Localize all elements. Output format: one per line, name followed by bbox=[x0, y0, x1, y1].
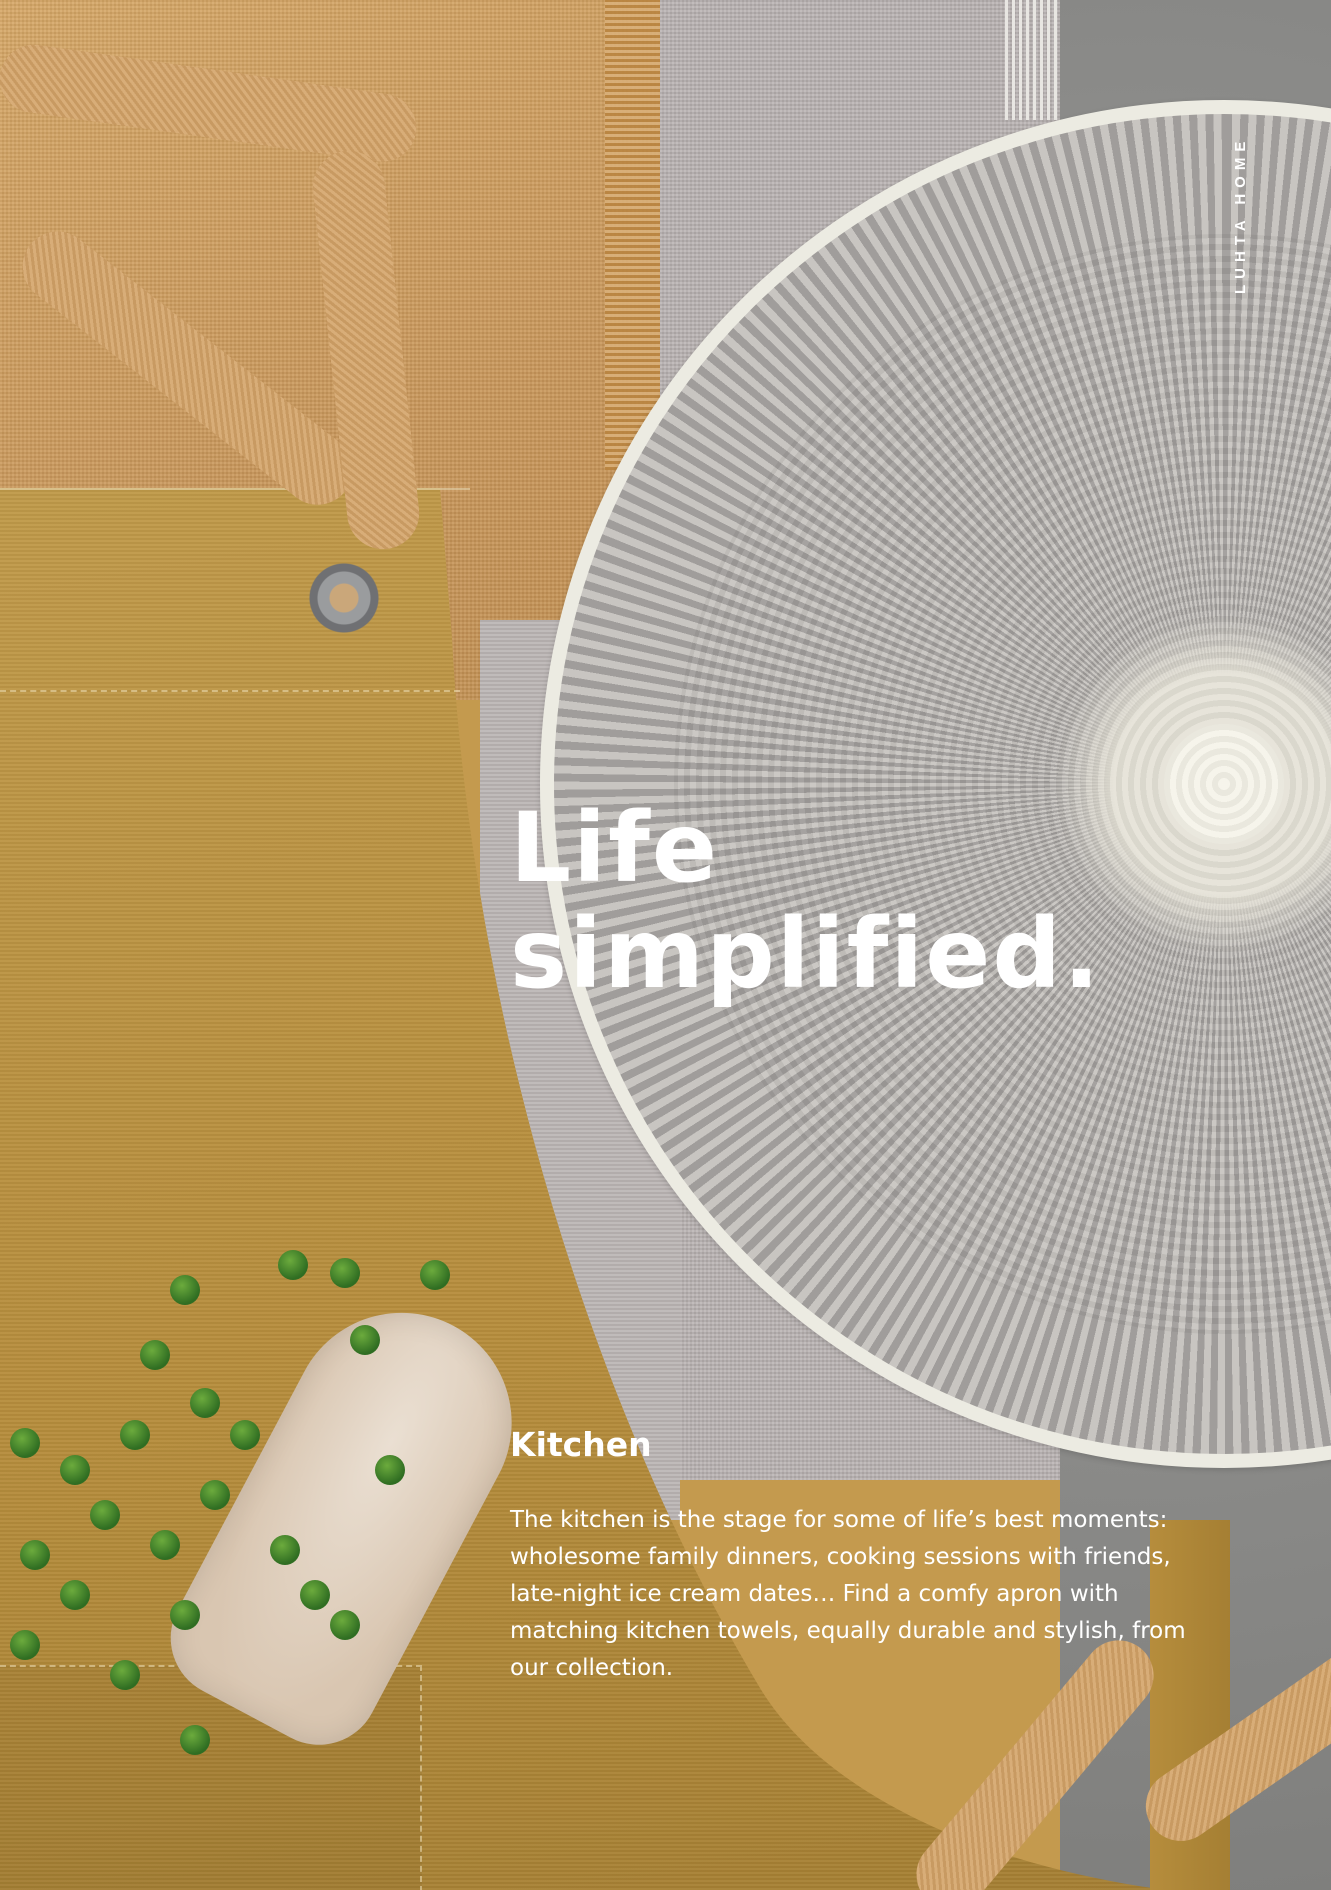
headline-line-1: Life bbox=[510, 792, 719, 904]
apron-stitching bbox=[0, 690, 460, 692]
headline-line-2: simplified. bbox=[510, 898, 1102, 1010]
section-heading: Kitchen bbox=[510, 1425, 652, 1464]
brand-label: LUHTA HOME bbox=[1232, 135, 1249, 295]
catalog-page: LUHTA HOME Life simplified. Kitchen The … bbox=[0, 0, 1331, 1890]
metal-grommet bbox=[308, 562, 380, 634]
tablecloth-fringe bbox=[605, 0, 665, 470]
runner-fringe bbox=[1005, 0, 1060, 120]
headline: Life simplified. bbox=[510, 795, 1102, 1007]
section-body: The kitchen is the stage for some of lif… bbox=[510, 1507, 1186, 1681]
